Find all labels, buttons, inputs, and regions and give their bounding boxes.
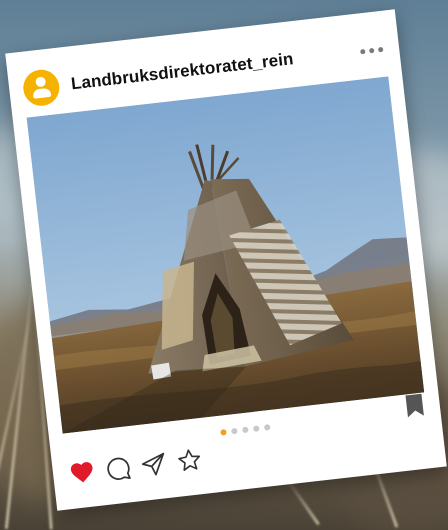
comment-icon[interactable] xyxy=(104,454,133,483)
carousel-dot[interactable] xyxy=(242,426,249,434)
bookmark-icon[interactable] xyxy=(402,392,427,418)
share-icon[interactable] xyxy=(139,450,168,479)
carousel-dot[interactable] xyxy=(231,427,238,435)
lavvu-photo-illustration xyxy=(26,76,425,434)
carousel-dot[interactable] xyxy=(220,429,227,436)
carousel-dot[interactable] xyxy=(252,425,260,432)
menu-dot xyxy=(359,48,366,54)
menu-dot xyxy=(377,46,384,52)
avatar[interactable] xyxy=(21,67,62,108)
post-actions xyxy=(68,446,204,487)
star-icon[interactable] xyxy=(175,446,204,475)
menu-dot xyxy=(368,47,375,53)
post-photo[interactable] xyxy=(26,76,425,434)
user-icon-body xyxy=(32,87,52,99)
post-username[interactable]: Landbruksdirektoratet_rein xyxy=(70,49,294,94)
user-icon xyxy=(35,76,47,88)
menu-dots-icon[interactable] xyxy=(357,40,386,60)
instagram-post-card: Landbruksdirektoratet_rein xyxy=(5,9,447,511)
heart-icon[interactable] xyxy=(68,458,97,487)
carousel-dot[interactable] xyxy=(263,424,271,431)
